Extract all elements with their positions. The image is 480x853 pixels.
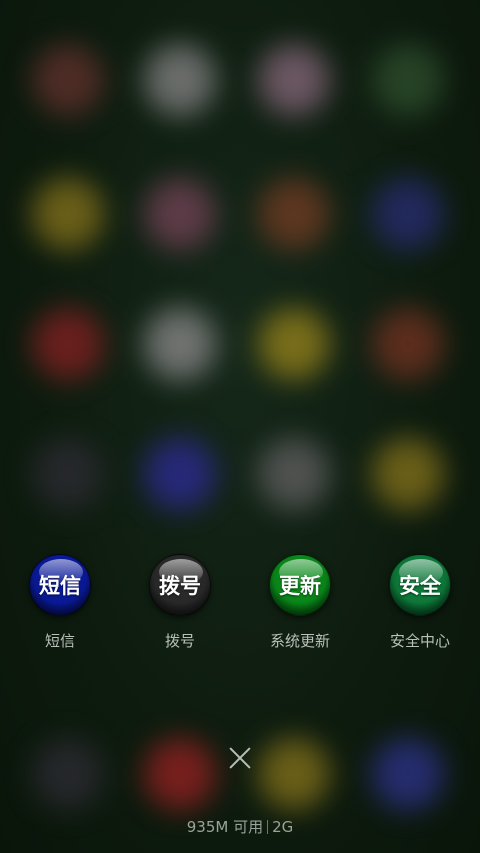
shortcut-label: 拨号	[164, 632, 195, 650]
orb-text: 更新	[279, 574, 321, 598]
blurred-app-icon	[144, 178, 216, 250]
shortcut-label: 安全中心	[389, 632, 450, 650]
blurred-app-icon	[258, 308, 330, 380]
orb-text: 安全	[399, 574, 441, 598]
blurred-app-icon	[258, 44, 330, 116]
quick-shortcuts-row: 短信 短信 拨号 拨号 更新 系统更新 安全 安全中心	[0, 554, 480, 664]
blurred-app-icon	[144, 44, 216, 116]
blurred-app-icon	[372, 308, 444, 380]
divider	[267, 820, 269, 834]
blurred-app-icon	[372, 738, 444, 810]
blurred-app-icon	[372, 438, 444, 510]
shortcut-system-update[interactable]: 更新 系统更新	[250, 554, 350, 651]
blurred-app-icon	[372, 44, 444, 116]
dialer-orb-icon: 拨号	[149, 554, 211, 616]
blurred-app-icon	[32, 308, 104, 380]
memory-available: 935M 可用	[186, 818, 264, 836]
shortcut-label: 短信	[44, 632, 75, 650]
blurred-app-icon	[144, 308, 216, 380]
blurred-app-icon	[32, 738, 104, 810]
shortcut-dialer[interactable]: 拨号 拨号	[130, 554, 230, 651]
blurred-app-icon	[372, 178, 444, 250]
blurred-app-icon	[32, 44, 104, 116]
memory-status: 935M 可用 2G	[0, 816, 480, 837]
blurred-app-icon	[144, 738, 216, 810]
orb-text: 拨号	[159, 574, 201, 598]
sms-orb-icon: 短信	[29, 554, 91, 616]
close-icon[interactable]	[226, 744, 254, 772]
blurred-app-icon	[258, 738, 330, 810]
shortcut-security-center[interactable]: 安全 安全中心	[370, 554, 470, 651]
blurred-app-icon	[258, 438, 330, 510]
blurred-app-icon	[32, 178, 104, 250]
orb-text: 短信	[39, 574, 81, 598]
blurred-app-icon	[32, 438, 104, 510]
app-switcher-screen: 短信 短信 拨号 拨号 更新 系统更新 安全 安全中心 935M 可用 2G	[0, 0, 480, 853]
network-type: 2G	[272, 818, 294, 836]
shortcut-label: 系统更新	[269, 632, 330, 650]
update-orb-icon: 更新	[269, 554, 331, 616]
blurred-home-icons	[0, 0, 480, 853]
blurred-app-icon	[144, 438, 216, 510]
security-orb-icon: 安全	[389, 554, 451, 616]
shortcut-sms[interactable]: 短信 短信	[10, 554, 110, 651]
blurred-app-icon	[258, 178, 330, 250]
